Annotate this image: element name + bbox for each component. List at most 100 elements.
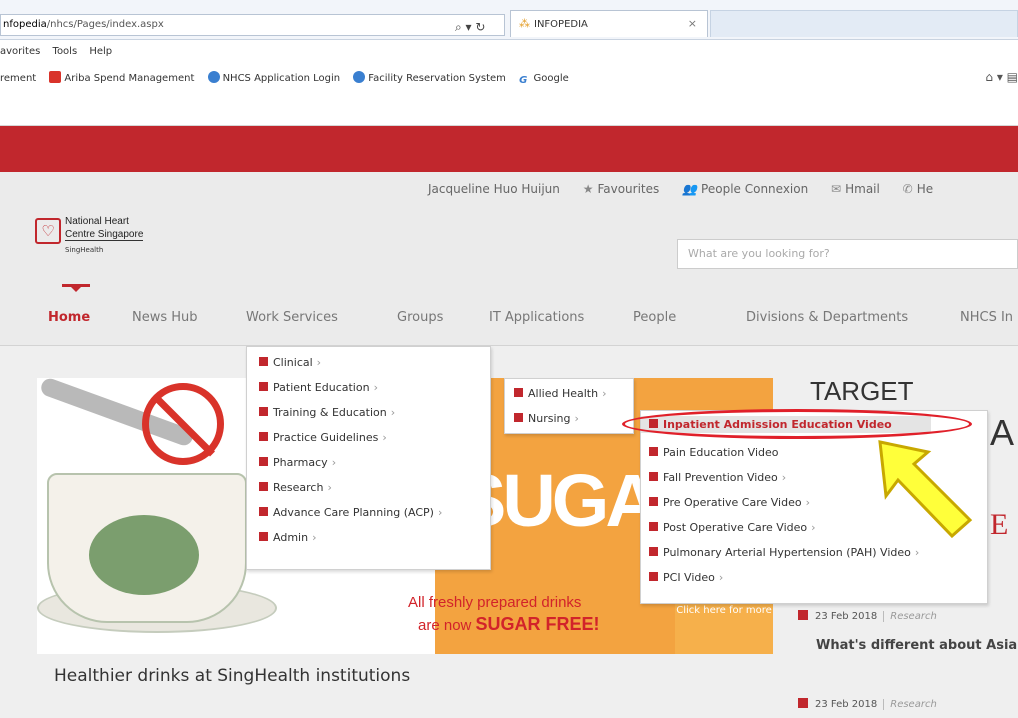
arrow-shape xyxy=(878,440,973,538)
bullet-icon xyxy=(259,457,268,466)
fav-label: Ariba Spend Management xyxy=(64,73,195,84)
help-link[interactable]: ✆ He xyxy=(903,182,933,196)
chevron-right-icon: › xyxy=(390,406,396,419)
active-nav-marker xyxy=(62,284,90,292)
chevron-right-icon: › xyxy=(437,506,443,519)
ariba-icon xyxy=(49,71,62,83)
nav-news-hub[interactable]: News Hub xyxy=(132,310,198,325)
phone-icon: ✆ xyxy=(902,182,913,196)
right-big-letter-a: A xyxy=(990,412,1015,453)
ie-page-icon xyxy=(207,71,220,83)
fav-item-google[interactable]: G Google xyxy=(519,73,569,86)
nav-nhcs-in[interactable]: NHCS In xyxy=(960,310,1013,325)
chevron-right-icon: › xyxy=(331,456,337,469)
nav-divisions[interactable]: Divisions & Departments xyxy=(746,310,908,325)
favourites-link[interactable]: ★ Favourites xyxy=(583,182,660,196)
pointer-arrow-icon xyxy=(878,440,973,538)
banner-line2-bold: SUGAR FREE! xyxy=(475,614,600,634)
fav-label: NHCS Application Login xyxy=(222,73,341,84)
menu-item-label: PCI Video xyxy=(663,571,715,584)
bullet-icon xyxy=(649,522,658,531)
target-banner-text: TARGET xyxy=(810,376,914,406)
bullet-icon xyxy=(259,407,268,416)
menu-item-clinical[interactable]: Clinical › xyxy=(259,356,321,369)
tab-close-icon[interactable]: × xyxy=(688,11,697,37)
chevron-right-icon: › xyxy=(574,412,579,425)
menu-item-practice-guidelines[interactable]: Practice Guidelines › xyxy=(259,431,387,444)
logo-line3: SingHealth xyxy=(65,246,104,254)
menu-item-nursing[interactable]: Nursing › xyxy=(514,412,579,425)
patient-education-submenu: Allied Health › Nursing › xyxy=(504,378,634,434)
fav-item-ariba[interactable]: Ariba Spend Management xyxy=(49,71,195,84)
browser-toolbar-icons[interactable]: ⌂ ▾ ▤ xyxy=(985,70,1018,84)
site-top-bar xyxy=(0,126,1018,172)
bullet-icon xyxy=(649,447,658,456)
bullet-icon xyxy=(259,532,268,541)
chevron-right-icon: › xyxy=(316,356,322,369)
menu-help[interactable]: Help xyxy=(89,46,112,57)
user-name-link[interactable]: Jacqueline Huo Huijun xyxy=(428,182,560,196)
menu-item-pah-video[interactable]: Pulmonary Arterial Hypertension (PAH) Vi… xyxy=(649,546,919,559)
address-row: nfopedia/nhcs/Pages/index.aspx ⌕ ▾ ↻ ⁂ IN… xyxy=(0,0,1018,40)
menu-item-label: Practice Guidelines xyxy=(273,431,379,444)
address-tools[interactable]: ⌕ ▾ ↻ xyxy=(455,17,485,35)
menu-item-pharmacy[interactable]: Pharmacy › xyxy=(259,456,336,469)
address-url-host: nfopedia xyxy=(3,19,47,30)
address-url-path: /nhcs/Pages/index.aspx xyxy=(46,19,164,30)
fav-item-nhcs-login[interactable]: NHCS Application Login xyxy=(207,71,341,84)
nav-groups[interactable]: Groups xyxy=(397,310,443,325)
news-category[interactable]: Research xyxy=(883,611,937,622)
bullet-icon xyxy=(259,432,268,441)
banner-line2: are now SUGAR FREE! xyxy=(418,614,600,635)
fav-item-facility[interactable]: Facility Reservation System xyxy=(353,71,506,84)
cup-pattern xyxy=(89,515,199,595)
menu-item-label: Pain Education Video xyxy=(663,446,779,459)
nhcs-logo[interactable]: ♡ National Heart Centre Singapore SingHe… xyxy=(35,216,185,264)
nav-people[interactable]: People xyxy=(633,310,676,325)
news-item-meta: 23 Feb 2018 Research xyxy=(798,610,937,622)
menu-item-training-education[interactable]: Training & Education › xyxy=(259,406,395,419)
news-category[interactable]: Research xyxy=(883,699,937,710)
new-tab-area[interactable] xyxy=(710,10,1018,37)
browser-tab[interactable]: ⁂ INFOPEDIA × xyxy=(510,10,708,37)
menu-item-patient-education[interactable]: Patient Education › xyxy=(259,381,378,394)
menu-item-label: Research xyxy=(273,481,324,494)
menu-item-research[interactable]: Research › xyxy=(259,481,332,494)
menu-item-fall-prevention-video[interactable]: Fall Prevention Video › xyxy=(649,471,786,484)
nav-work-services[interactable]: Work Services xyxy=(246,310,338,325)
news-date: 23 Feb 2018 xyxy=(815,611,878,622)
menu-item-label: Advance Care Planning (ACP) xyxy=(273,506,434,519)
nav-home[interactable]: Home xyxy=(48,310,90,325)
menu-item-label: Pharmacy xyxy=(273,456,328,469)
article-headline[interactable]: Healthier drinks at SingHealth instituti… xyxy=(54,666,410,686)
bullet-icon xyxy=(649,572,658,581)
bullet-icon xyxy=(514,388,523,397)
menu-item-allied-health[interactable]: Allied Health › xyxy=(514,387,606,400)
hmail-link[interactable]: ✉ Hmail xyxy=(831,182,880,196)
logo-line2: Centre Singapore xyxy=(65,229,144,241)
menu-item-pain-education-video[interactable]: Pain Education Video xyxy=(649,446,778,459)
chevron-right-icon: › xyxy=(914,546,920,559)
chevron-right-icon: › xyxy=(781,471,787,484)
people-connexion-link[interactable]: 👥 People Connexion xyxy=(682,182,808,196)
heart-logo-icon: ♡ xyxy=(35,218,61,244)
nav-it-applications[interactable]: IT Applications xyxy=(489,310,584,325)
menu-tools[interactable]: Tools xyxy=(53,46,78,57)
favorites-bar: rement Ariba Spend Management NHCS Appli… xyxy=(0,64,1018,126)
bullet-icon xyxy=(514,413,523,422)
menu-item-advance-care-planning[interactable]: Advance Care Planning (ACP) › xyxy=(259,506,442,519)
site-header: Jacqueline Huo Huijun ★ Favourites 👥 Peopl… xyxy=(0,172,1018,284)
menu-item-pci-video[interactable]: PCI Video › xyxy=(649,571,723,584)
chevron-right-icon: › xyxy=(382,431,387,444)
tab-title: INFOPEDIA xyxy=(534,19,588,30)
news-title[interactable]: What's different about Asia xyxy=(816,638,1017,653)
search-input[interactable]: What are you looking for? xyxy=(677,239,1018,269)
menu-favorites[interactable]: avorites xyxy=(0,46,40,57)
fav-item-procurement[interactable]: rement xyxy=(0,73,36,84)
menu-item-admin[interactable]: Admin › xyxy=(259,531,316,544)
fav-label: Google xyxy=(533,73,569,84)
menu-item-pre-operative-video[interactable]: Pre Operative Care Video › xyxy=(649,496,810,509)
menu-item-post-operative-video[interactable]: Post Operative Care Video › xyxy=(649,521,816,534)
address-bar[interactable]: nfopedia/nhcs/Pages/index.aspx ⌕ ▾ ↻ xyxy=(0,14,505,36)
bullet-icon xyxy=(649,547,658,556)
